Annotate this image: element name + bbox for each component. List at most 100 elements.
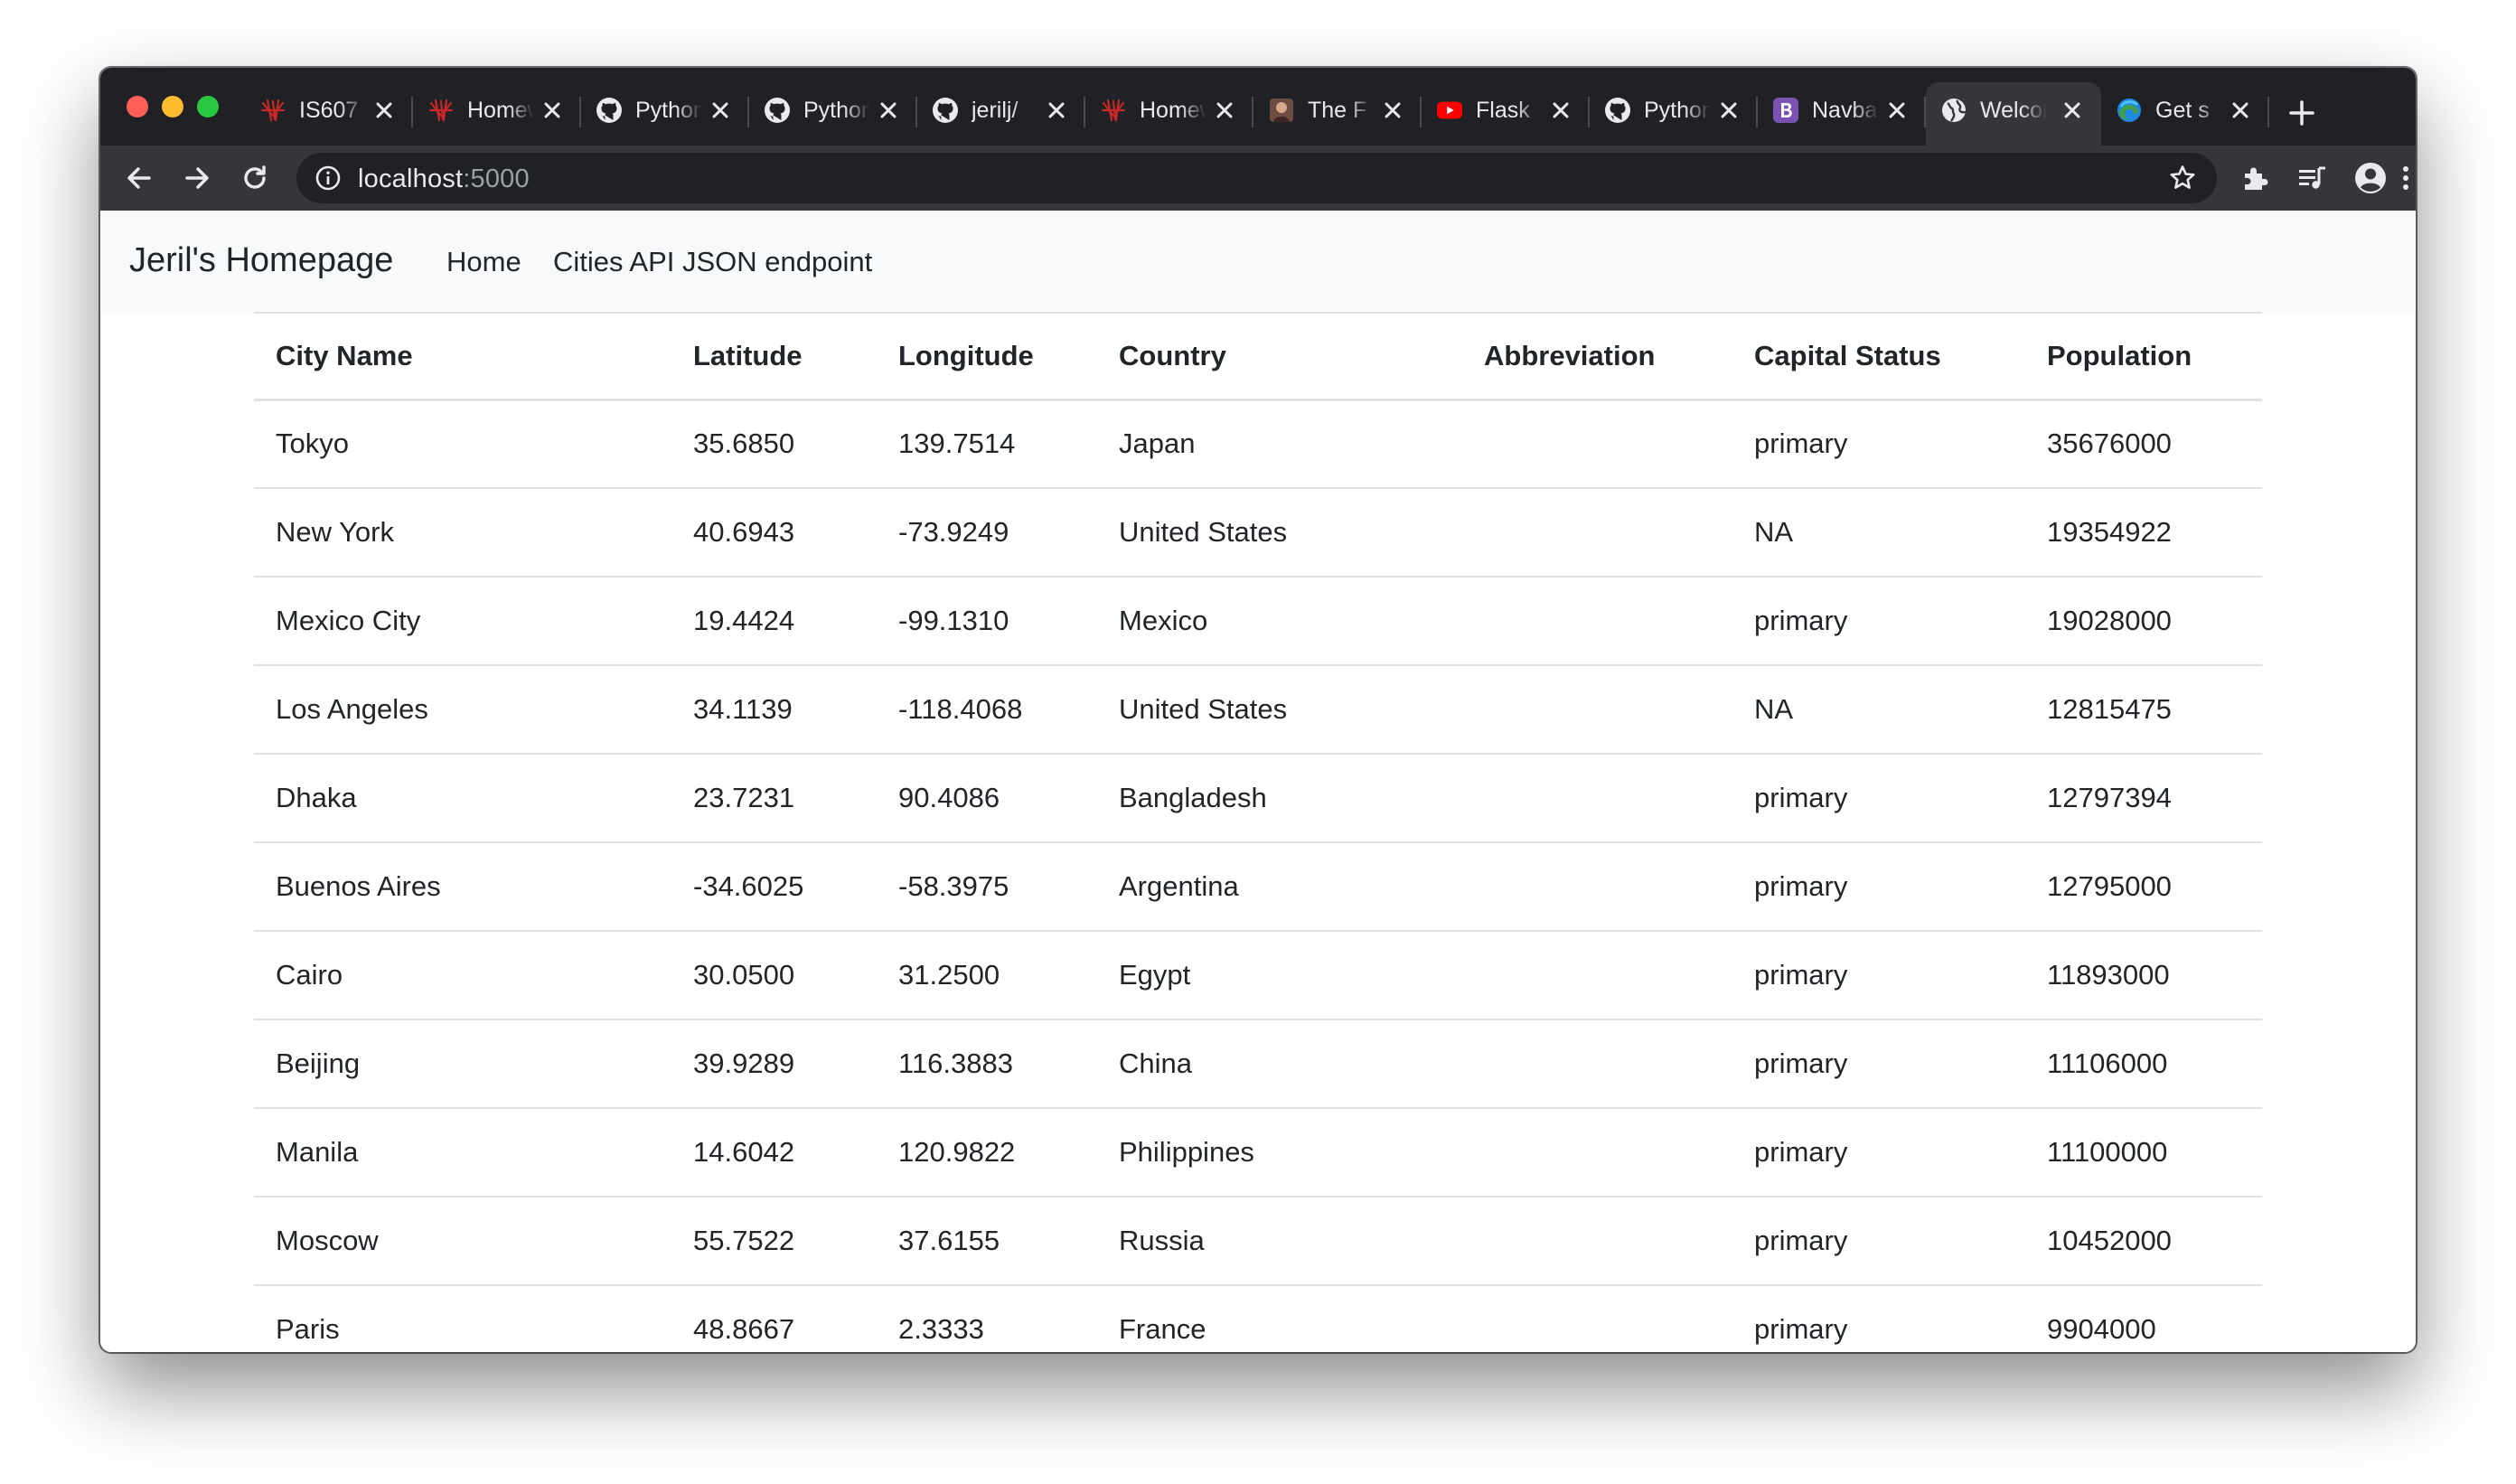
cell-population: 9904000 <box>2025 1285 2262 1352</box>
cell-country: United States <box>1097 488 1462 578</box>
tab-title: Welcome <box>1980 97 2047 123</box>
close-icon <box>1553 102 1569 118</box>
bookmark-star-icon[interactable] <box>2168 164 2197 193</box>
table-row: Cairo 30.0500 31.2500 Egypt primary 11893000 <box>254 931 2262 1020</box>
tab-title: Get s <box>2155 97 2210 123</box>
cell-longitude: 37.6155 <box>877 1197 1097 1286</box>
cell-city-name: Mexico City <box>254 577 671 666</box>
browser-tab[interactable]: IS607 <box>245 82 413 138</box>
cell-capital-status: primary <box>1732 577 2025 666</box>
table-row: Beijing 39.9289 116.3883 China primary 111060… <box>254 1019 2262 1109</box>
profile-button[interactable] <box>2352 160 2389 196</box>
tab-close-button[interactable] <box>373 99 395 121</box>
table-row: New York 40.6943 -73.9249 United States NA 19… <box>254 488 2262 578</box>
tab-close-button[interactable] <box>1550 99 1572 121</box>
browser-tab[interactable]: Welcome <box>1926 82 2101 146</box>
github-icon <box>932 97 959 124</box>
nav-link-home[interactable]: Home <box>446 246 521 278</box>
page-content: Jeril's Homepage Home Cities API JSON en… <box>100 211 2416 1352</box>
browser-tab[interactable]: Python <box>749 82 917 138</box>
browser-tab[interactable]: Flask <box>1422 82 1590 138</box>
cell-country: Japan <box>1097 399 1462 489</box>
tab-close-button[interactable] <box>541 99 563 121</box>
cell-abbreviation <box>1462 1197 1732 1286</box>
close-window-button[interactable] <box>127 96 148 117</box>
tab-title: Homework <box>1140 97 1206 123</box>
tab-close-button[interactable] <box>2230 99 2251 121</box>
close-icon <box>544 102 560 118</box>
cell-latitude: 23.7231 <box>671 754 877 843</box>
tab-close-button[interactable] <box>1886 99 1908 121</box>
tab-title: Python <box>1644 97 1711 123</box>
reload-button[interactable] <box>237 160 273 196</box>
cell-abbreviation <box>1462 399 1732 489</box>
browser-tab[interactable]: Homework <box>1085 82 1253 138</box>
table-header-row: City Name Latitude Longitude Country Abb… <box>254 312 2262 401</box>
info-icon[interactable] <box>314 164 342 192</box>
tab-close-button[interactable] <box>1382 99 1404 121</box>
table-row: Moscow 55.7522 37.6155 Russia primary 1045200… <box>254 1197 2262 1286</box>
cell-longitude: -58.3975 <box>877 842 1097 932</box>
cell-country: France <box>1097 1285 1462 1352</box>
cell-city-name: Dhaka <box>254 754 671 843</box>
extensions-button[interactable] <box>2237 160 2273 196</box>
cell-country: Mexico <box>1097 577 1462 666</box>
cell-country: Argentina <box>1097 842 1462 932</box>
address-bar[interactable]: localhost:5000 <box>296 153 2217 203</box>
navbar-brand[interactable]: Jeril's Homepage <box>129 241 393 280</box>
bootstrap-icon <box>1772 97 1799 124</box>
browser-tab[interactable]: Homework <box>413 82 581 138</box>
url-text[interactable]: localhost:5000 <box>358 164 530 194</box>
cell-abbreviation <box>1462 665 1732 755</box>
browser-tab[interactable]: Navbar <box>1758 82 1926 138</box>
maximize-window-button[interactable] <box>197 96 219 117</box>
cell-capital-status: primary <box>1732 754 2025 843</box>
browser-toolbar: localhost:5000 <box>100 146 2416 211</box>
close-icon <box>2232 102 2248 118</box>
header-latitude: Latitude <box>671 312 877 401</box>
new-tab-button[interactable] <box>2287 99 2316 127</box>
tab-close-button[interactable] <box>709 99 731 121</box>
red-logo-icon <box>1100 97 1127 124</box>
cell-country: Egypt <box>1097 931 1462 1020</box>
back-button[interactable] <box>121 160 157 196</box>
plus-icon <box>2289 100 2314 126</box>
forward-button[interactable] <box>179 160 215 196</box>
browser-tab[interactable]: Get s <box>2101 82 2269 138</box>
browser-tab[interactable]: Python <box>581 82 749 138</box>
cell-population: 11106000 <box>2025 1019 2262 1109</box>
close-icon <box>376 102 392 118</box>
minimize-window-button[interactable] <box>162 96 183 117</box>
tab-close-button[interactable] <box>1718 99 1740 121</box>
browser-tab[interactable]: The F <box>1253 82 1422 138</box>
tab-close-button[interactable] <box>1214 99 1235 121</box>
cell-capital-status: primary <box>1732 842 2025 932</box>
tab-close-button[interactable] <box>878 99 899 121</box>
browser-tab[interactable]: jerilj/ <box>917 82 1085 138</box>
browser-tab[interactable]: Python <box>1590 82 1758 138</box>
cell-country: Philippines <box>1097 1108 1462 1198</box>
menu-button[interactable] <box>2396 160 2416 196</box>
cell-capital-status: primary <box>1732 1285 2025 1352</box>
header-longitude: Longitude <box>877 312 1097 401</box>
cell-city-name: Paris <box>254 1285 671 1352</box>
cell-city-name: Tokyo <box>254 399 671 489</box>
tab-title: Homework <box>467 97 534 123</box>
reload-icon <box>244 165 266 189</box>
cell-longitude: 120.9822 <box>877 1108 1097 1198</box>
cell-population: 10452000 <box>2025 1197 2262 1286</box>
cell-longitude: 139.7514 <box>877 399 1097 489</box>
cell-latitude: 30.0500 <box>671 931 877 1020</box>
cell-population: 11893000 <box>2025 931 2262 1020</box>
nav-link-cities-api[interactable]: Cities API JSON endpoint <box>553 246 872 278</box>
more-vertical-icon <box>2403 166 2408 190</box>
table-row: Paris 48.8667 2.3333 France primary 9904000 <box>254 1285 2262 1352</box>
cell-population: 35676000 <box>2025 399 2262 489</box>
cities-table: City Name Latitude Longitude Country Abb… <box>254 312 2262 1352</box>
table-body: Tokyo 35.6850 139.7514 Japan primary 35676000… <box>254 399 2262 1352</box>
media-control-button[interactable] <box>2295 160 2331 196</box>
cell-latitude: 35.6850 <box>671 399 877 489</box>
tab-close-button[interactable] <box>2061 99 2083 121</box>
tab-title: jerilj/ <box>972 97 1019 123</box>
tab-close-button[interactable] <box>1046 99 1067 121</box>
